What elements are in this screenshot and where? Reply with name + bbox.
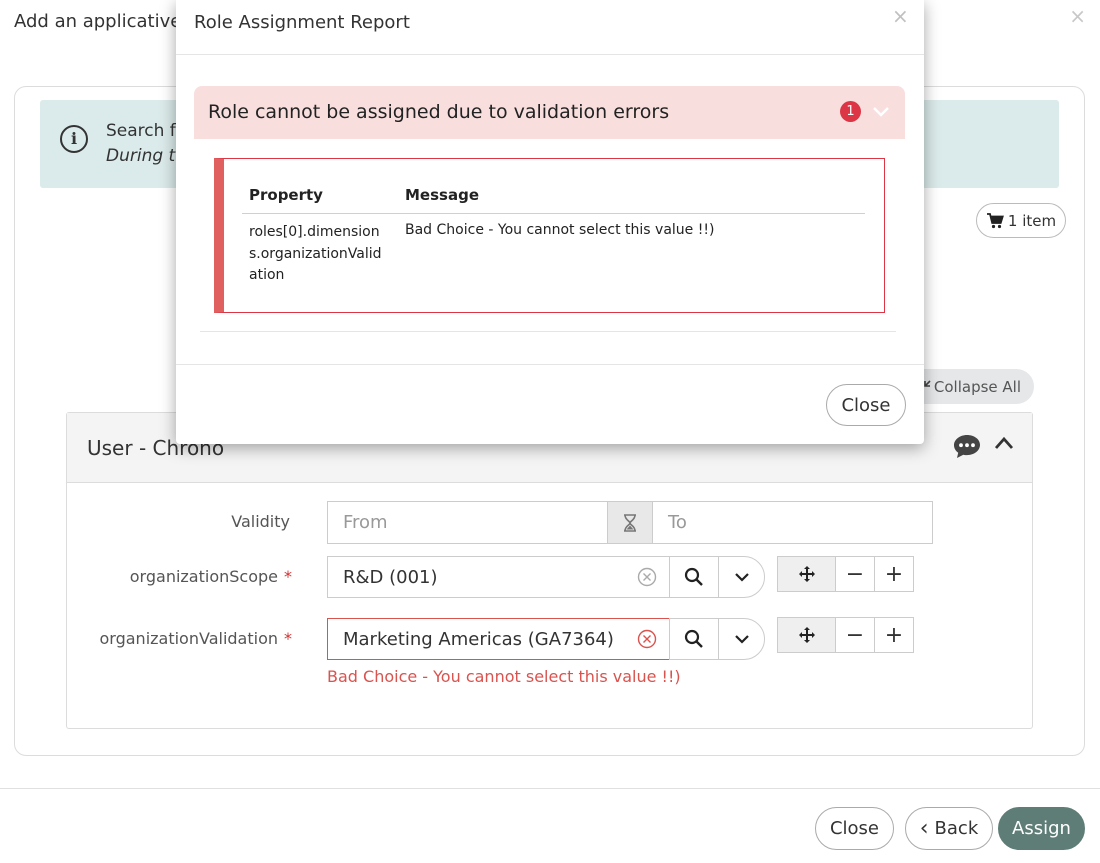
back-button[interactable]: ‹ Back	[905, 807, 993, 850]
chevron-down-icon[interactable]	[872, 103, 890, 119]
validation-error-message: Bad Choice - You cannot select this valu…	[327, 667, 681, 686]
organization-validation-value: Marketing Americas (GA7364)	[343, 628, 614, 650]
clear-icon[interactable]	[637, 629, 657, 649]
organization-validation-label: organizationValidation *	[98, 629, 293, 648]
card-bottom-divider	[200, 331, 896, 332]
organization-scope-search-button[interactable]	[669, 556, 719, 598]
increment-button[interactable]: +	[874, 556, 914, 592]
footer-close-button[interactable]: Close	[815, 807, 894, 850]
to-placeholder: To	[668, 512, 687, 533]
error-table-panel: Property Message roles[0].dimensions.org…	[214, 158, 885, 313]
table-header-divider	[242, 213, 865, 214]
info-icon: i	[60, 125, 88, 153]
cart-button[interactable]: 1 item	[976, 203, 1066, 238]
back-label: Back	[934, 818, 979, 839]
modal-close-icon[interactable]: ×	[892, 4, 909, 28]
validation-error-header[interactable]: Role cannot be assigned due to validatio…	[194, 86, 905, 139]
modal-header-divider	[176, 54, 924, 55]
banner-text: Search f	[106, 121, 176, 141]
table-cell-property: roles[0].dimensions.organizationValidati…	[249, 224, 382, 283]
role-assignment-report-modal: Role Assignment Report × Role cannot be …	[176, 0, 924, 444]
validity-to-input[interactable]: To	[652, 501, 933, 544]
move-icon	[798, 566, 815, 582]
from-placeholder: From	[343, 512, 388, 533]
move-button[interactable]	[777, 556, 836, 592]
page-title: Add an applicative r	[14, 11, 195, 32]
collapse-all-button[interactable]: Collapse All	[905, 369, 1034, 404]
collapse-all-label: Collapse All	[933, 377, 1021, 396]
cart-icon	[986, 212, 1004, 228]
organization-validation-dropdown-button[interactable]	[718, 618, 765, 660]
modal-title: Role Assignment Report	[194, 12, 410, 33]
organization-scope-input[interactable]: R&D (001)	[327, 556, 670, 598]
chevron-down-icon	[734, 573, 749, 582]
decrement-button[interactable]: −	[835, 617, 875, 653]
footer-divider	[0, 788, 1100, 789]
organization-validation-search-button[interactable]	[669, 618, 719, 660]
organization-validation-input[interactable]: Marketing Americas (GA7364)	[327, 618, 670, 660]
validation-error-title: Role cannot be assigned due to validatio…	[208, 101, 670, 123]
required-marker: *	[284, 567, 292, 586]
chevron-up-icon[interactable]	[993, 435, 1015, 451]
move-button[interactable]	[777, 617, 836, 653]
modal-close-button[interactable]: Close	[826, 384, 906, 426]
table-header-property: Property	[249, 186, 323, 204]
table-cell-message: Bad Choice - You cannot select this valu…	[405, 222, 715, 238]
hourglass-icon	[607, 501, 653, 544]
validity-from-input[interactable]: From	[327, 501, 608, 544]
comment-icon[interactable]	[952, 433, 982, 459]
validation-error-card: Role cannot be assigned due to validatio…	[194, 86, 905, 332]
chevron-left-icon: ‹	[919, 815, 929, 841]
page-close-icon[interactable]: ×	[1069, 4, 1086, 28]
organization-validation-label-text: organizationValidation	[99, 629, 279, 648]
move-icon	[798, 627, 815, 643]
organization-scope-dropdown-button[interactable]	[718, 556, 765, 598]
assign-button[interactable]: Assign	[998, 807, 1085, 850]
cart-label: 1 item	[1007, 211, 1057, 230]
banner-subtext: During t	[106, 146, 176, 166]
hourglass-glyph	[624, 513, 636, 532]
validity-label: Validity	[231, 512, 290, 531]
organization-scope-label-text: organizationScope	[129, 567, 278, 586]
organization-scope-value: R&D (001)	[343, 566, 438, 588]
search-icon	[684, 567, 703, 586]
required-marker: *	[284, 629, 292, 648]
chevron-down-icon	[734, 635, 749, 644]
error-count-badge: 1	[840, 101, 861, 122]
increment-button[interactable]: +	[874, 617, 914, 653]
search-icon	[684, 629, 703, 648]
clear-icon[interactable]	[637, 567, 657, 587]
organization-scope-label: organizationScope *	[120, 567, 292, 586]
table-header-message: Message	[405, 186, 479, 204]
modal-footer-divider	[176, 364, 924, 365]
decrement-button[interactable]: −	[835, 556, 875, 592]
